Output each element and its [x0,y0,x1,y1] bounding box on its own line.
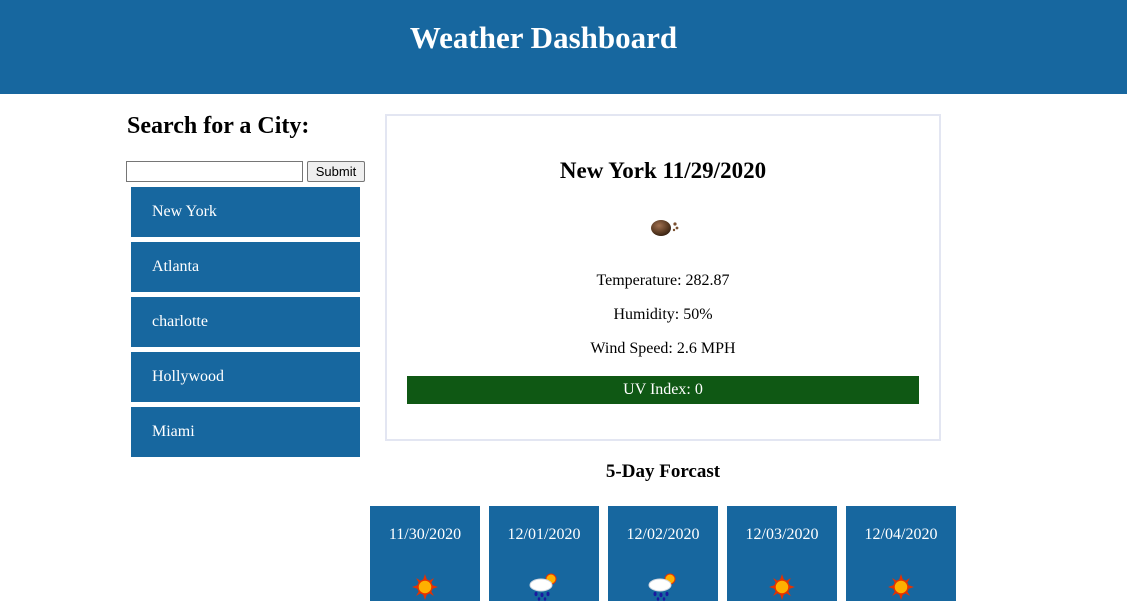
forecast-date: 11/30/2020 [388,526,462,543]
header: Weather Dashboard [0,0,1127,94]
city-item-miami[interactable]: Miami [131,407,360,457]
rain-sun-icon [529,573,557,601]
uv-index-badge: UV Index: 0 [407,376,919,404]
forecast-card: 12/01/2020 [489,506,599,601]
city-history-list: New York Atlanta charlotte Hollywood Mia… [131,187,360,462]
city-item-new-york[interactable]: New York [131,187,360,237]
forecast-date: 12/02/2020 [626,526,700,543]
current-weather-card: New York 11/29/2020 Temperature: 282.87 … [385,114,941,441]
forecast-card: 12/03/2020 [727,506,837,601]
forecast-title: 5-Day Forcast [605,461,721,482]
page-title: Weather Dashboard [409,20,678,55]
rain-sun-icon [648,573,676,601]
rain-cloud-icon [651,220,679,236]
search-input[interactable] [126,161,303,182]
sun-icon [888,574,914,600]
temperature-text: Temperature: 282.87 [596,272,730,289]
city-item-atlanta[interactable]: Atlanta [131,242,360,292]
forecast-date: 12/01/2020 [507,526,581,543]
submit-button[interactable]: Submit [307,161,365,182]
humidity-text: Humidity: 50% [613,306,713,323]
forecast-card: 12/04/2020 [846,506,956,601]
city-item-hollywood[interactable]: Hollywood [131,352,360,402]
sun-icon [769,574,795,600]
forecast-date: 12/04/2020 [864,526,938,543]
forecast-date: 12/03/2020 [745,526,819,543]
forecast-card: 12/02/2020 [608,506,718,601]
search-title: Search for a City: [127,113,310,139]
city-item-charlotte[interactable]: charlotte [131,297,360,347]
current-city-title: New York 11/29/2020 [559,158,767,183]
wind-speed-text: Wind Speed: 2.6 MPH [590,340,736,357]
forecast-card: 11/30/2020 [370,506,480,601]
sun-icon [412,574,438,600]
